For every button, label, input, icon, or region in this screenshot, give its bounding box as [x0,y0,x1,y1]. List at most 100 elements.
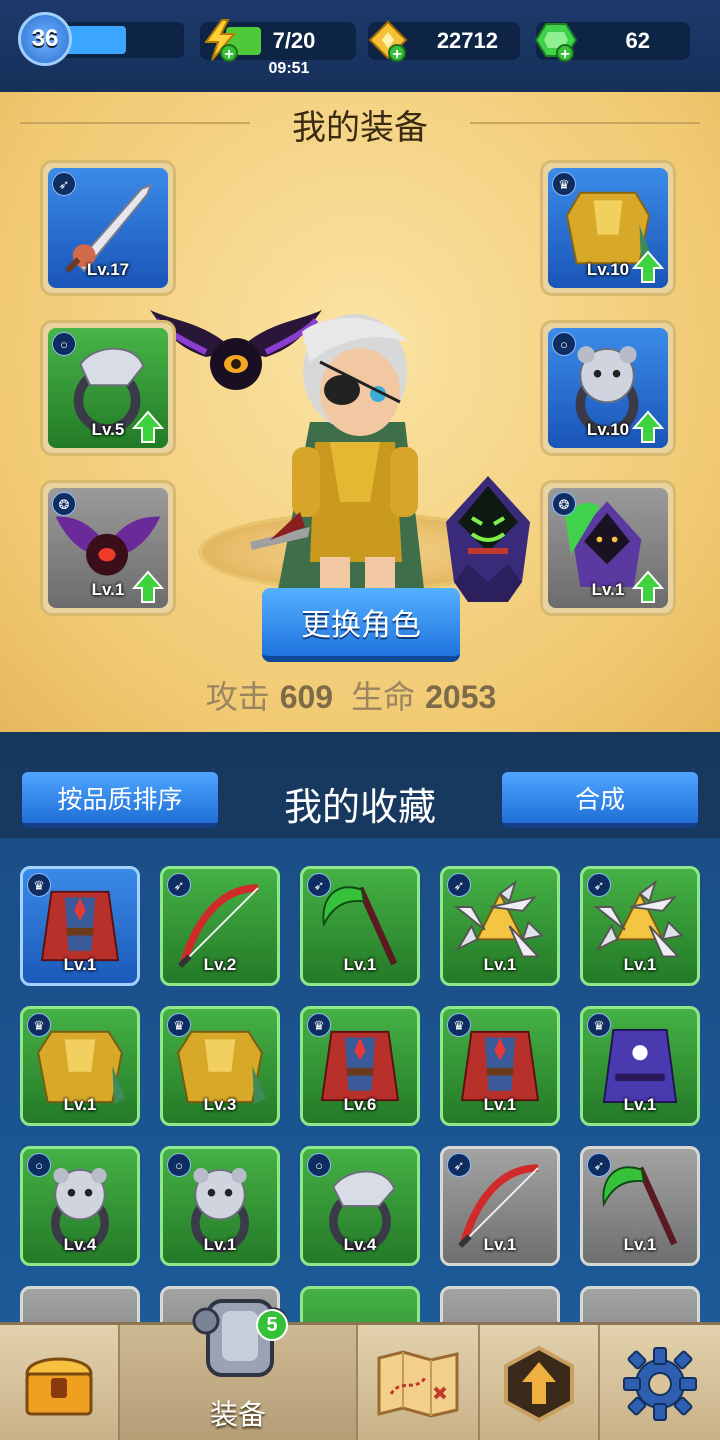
gem-counter[interactable]: + 62 [534,22,690,63]
collection-item-red-cape[interactable]: ♛ Lv.1 [440,1006,560,1126]
collection-item-level: Lv.1 [343,955,377,974]
paw-icon: ❂ [552,492,576,516]
sort-by-quality-button[interactable]: 按品质排序 [22,772,218,828]
nav-settings[interactable] [600,1325,720,1440]
bow-icon: ➶ [167,873,191,897]
slot-pet-right-bg: ❂ Lv.1 [548,488,668,608]
equipment-panel: 我的装备 ➶ Lv.17 ♛ Lv.10 ○ Lv.5 ○ Lv.10 ❂ Lv… [0,92,720,732]
slot-pet-left-bg: ❂ Lv.1 [48,488,168,608]
collection-top-strip [0,732,720,762]
collection-item-eagle-ring[interactable]: ○ Lv.4 [300,1146,420,1266]
ring-icon: ○ [167,1153,191,1177]
add-energy-icon[interactable]: + [220,44,238,63]
upgrade-arrow-icon [632,570,664,603]
map-icon [377,1350,459,1418]
collection-item-gold-armor[interactable]: ♛ Lv.3 [160,1006,280,1126]
armor-icon: ♛ [27,1013,51,1037]
add-gem-icon[interactable]: + [556,44,574,63]
gold-value: 22712 [436,28,498,53]
collection-item-level: Lv.1 [623,1235,657,1254]
collection-item-level: Lv.3 [203,1095,237,1114]
slot-pet-right[interactable]: ❂ Lv.1 [540,480,676,616]
bow-icon: ➶ [307,873,331,897]
collection-item-partial[interactable] [300,1286,420,1322]
slot-weapon-level: Lv.17 [86,260,130,279]
upgrade-icon [504,1345,574,1423]
collection-item-level: Lv.1 [483,1095,517,1114]
collection-item-level: Lv.1 [63,955,97,974]
slot-ring-right-bg: ○ Lv.10 [548,328,668,448]
collection-item-green-scythe[interactable]: ➶ Lv.1 [300,866,420,986]
equipment-notification-badge: 5 [256,1309,288,1341]
armor-icon: ♛ [447,1013,471,1037]
upgrade-arrow-icon [132,570,164,603]
bottom-nav: 5 装备 [0,1299,720,1440]
collection-item-red-cape[interactable]: ♛ Lv.1 [20,866,140,986]
gem-value: 62 [625,28,650,53]
bow-icon: ➶ [447,873,471,897]
nav-map[interactable] [358,1325,480,1440]
slot-pet-left[interactable]: ❂ Lv.1 [40,480,176,616]
bow-icon: ➶ [587,1153,611,1177]
change-hero-button[interactable]: 更换角色 [262,588,460,662]
nav-equipment[interactable]: 5 装备 [120,1299,358,1440]
collection-item-level: Lv.2 [203,955,237,974]
slot-weapon[interactable]: ➶ Lv.17 [40,160,176,296]
gear-icon [623,1347,697,1421]
collection-item-gold-armor[interactable]: ♛ Lv.1 [20,1006,140,1126]
paw-icon: ❂ [52,492,76,516]
collection-item-red-bow[interactable]: ➶ Lv.2 [160,866,280,986]
collection-item-partial[interactable] [440,1286,560,1322]
gold-counter[interactable]: + 22712 [368,20,520,63]
xp-bar [56,22,184,58]
collection-item-level: Lv.1 [483,1235,517,1254]
slot-armor-bg: ♛ Lv.10 [548,168,668,288]
ring-icon: ○ [27,1153,51,1177]
merge-button[interactable]: 合成 [502,772,698,828]
ring-icon: ○ [307,1153,331,1177]
collection-item-level: Lv.4 [63,1235,97,1254]
nav-upgrade[interactable] [480,1325,600,1440]
collection-item-partial[interactable] [580,1286,700,1322]
collection-item-level: Lv.4 [343,1235,377,1254]
collection-item-level: Lv.1 [203,1235,237,1254]
hp-label: 生命 [351,679,416,715]
add-gold-icon[interactable]: + [388,44,406,63]
slot-ring-left[interactable]: ○ Lv.5 [40,320,176,456]
slot-ring-right[interactable]: ○ Lv.10 [540,320,676,456]
player-level-badge[interactable]: 36 [18,12,72,66]
ring-icon: ○ [52,332,76,356]
collection-item-purple-robe[interactable]: ♛ Lv.1 [580,1006,700,1126]
armor-icon: ♛ [167,1013,191,1037]
top-status-bar: 36 + 7/20 09:51 + 22712 + 62 [0,0,720,92]
energy-timer: 09:51 [268,60,310,77]
collection-item-bear-ring[interactable]: ○ Lv.1 [160,1146,280,1266]
armor-icon: ♛ [587,1013,611,1037]
collection-item-red-bow[interactable]: ➶ Lv.1 [440,1146,560,1266]
hp-value: 2053 [425,679,497,715]
bow-icon: ➶ [447,1153,471,1177]
collection-item-red-cape[interactable]: ♛ Lv.6 [300,1006,420,1126]
slot-weapon-bg: ➶ Lv.17 [48,168,168,288]
collection-title: 我的收藏 [283,787,436,829]
bow-icon: ➶ [52,172,76,196]
slot-ring-left-bg: ○ Lv.5 [48,328,168,448]
upgrade-arrow-icon [132,410,164,443]
collection-item-level: Lv.6 [343,1095,377,1114]
collection-item-bear-ring[interactable]: ○ Lv.4 [20,1146,140,1266]
energy-counter[interactable]: + 7/20 [200,19,356,63]
collection-item-silver-spinner[interactable]: ➶ Lv.1 [440,866,560,986]
slot-armor[interactable]: ♛ Lv.10 [540,160,676,296]
attack-label: 攻击 [205,679,270,715]
nav-chest[interactable] [0,1325,120,1440]
collection-item-silver-spinner[interactable]: ➶ Lv.1 [580,866,700,986]
collection-item-green-scythe[interactable]: ➶ Lv.1 [580,1146,700,1266]
ring-icon: ○ [552,332,576,356]
collection-item-level: Lv.1 [623,955,657,974]
bow-icon: ➶ [587,873,611,897]
armor-icon: ♛ [307,1013,331,1037]
armor-icon: ♛ [552,172,576,196]
upgrade-arrow-icon [632,410,664,443]
collection-item-partial[interactable] [20,1286,140,1322]
collection-grid[interactable]: ♛ Lv.1 ➶ Lv.2 ➶ Lv.1 ➶ Lv.1 ➶ Lv.1 ♛ Lv.1 ♛ Lv.3 ♛ Lv.6… [0,838,720,1322]
